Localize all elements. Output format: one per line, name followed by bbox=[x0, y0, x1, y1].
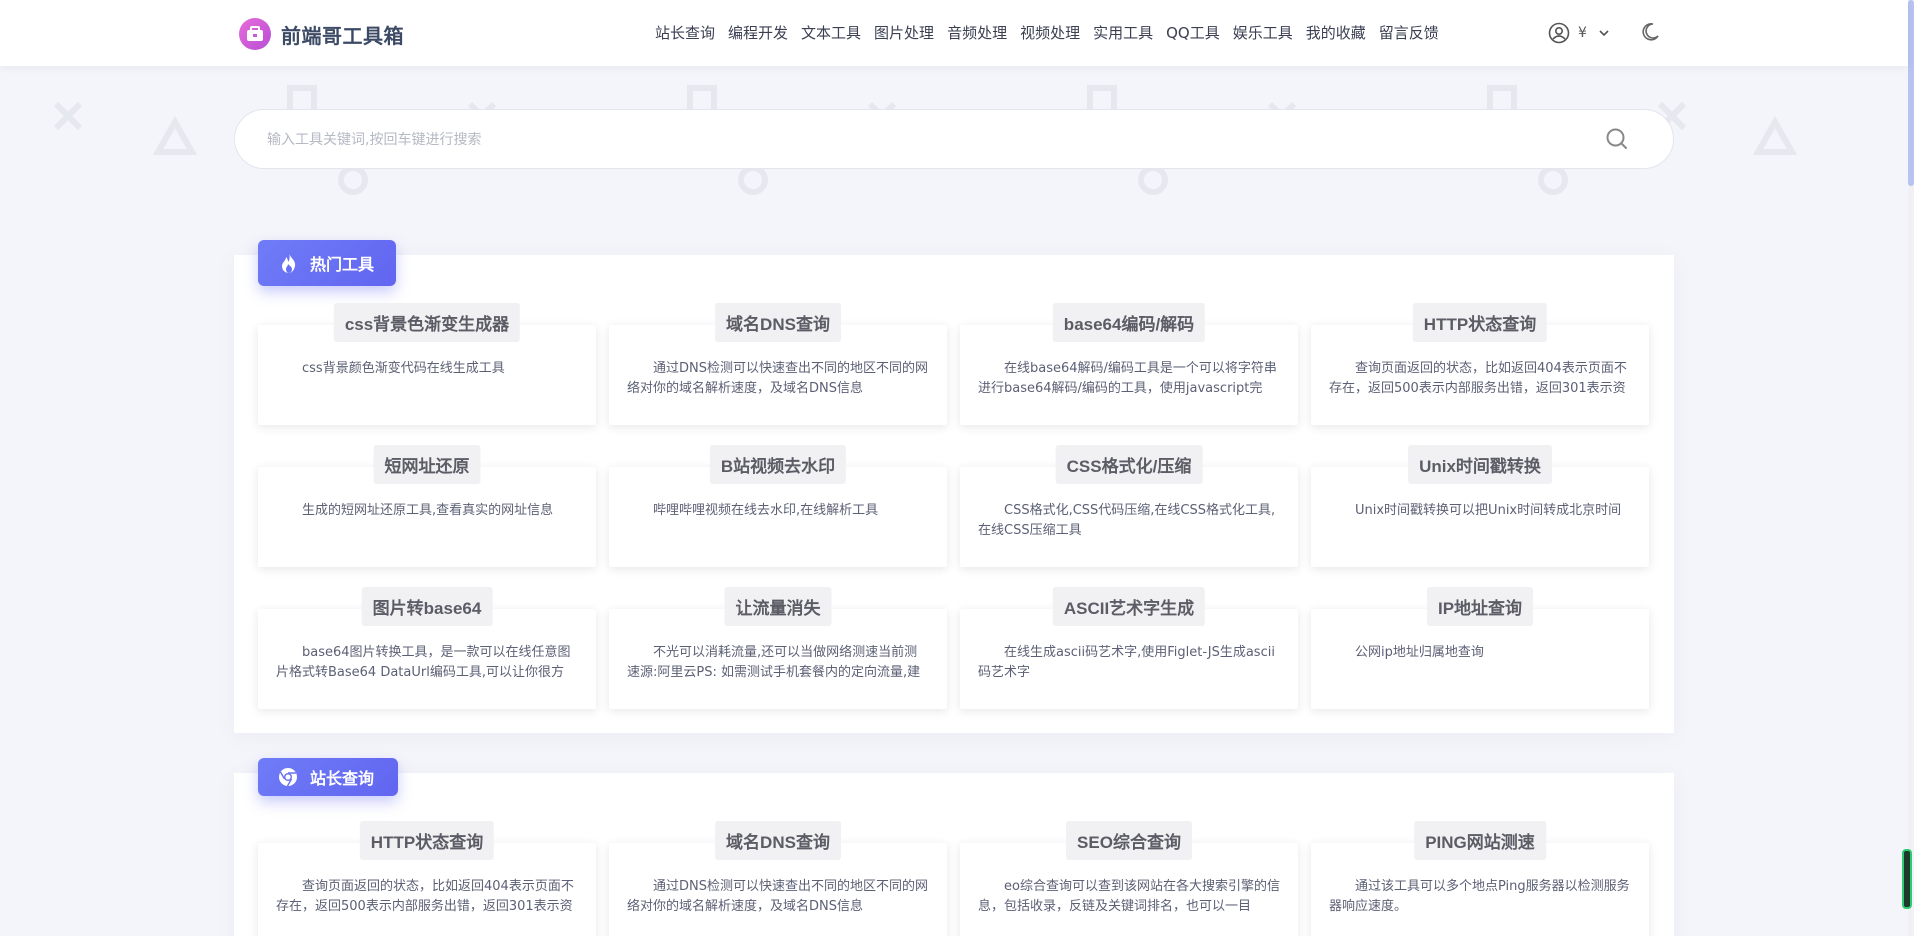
site-logo[interactable]: 前端哥工具箱 bbox=[239, 18, 404, 50]
tool-card-title: HTTP状态查询 bbox=[1412, 303, 1548, 342]
tool-card-title: css背景色渐变生成器 bbox=[333, 303, 521, 342]
tool-card[interactable]: 短网址还原 生成的短网址还原工具,查看真实的网址信息 bbox=[258, 445, 596, 567]
section-title: 热门工具 bbox=[310, 255, 375, 274]
fire-icon bbox=[282, 253, 296, 273]
section-title: 站长查询 bbox=[310, 769, 375, 788]
tool-card-title: 让流量消失 bbox=[724, 587, 832, 626]
tool-card-desc: 生成的短网址还原工具,查看真实的网址信息 bbox=[302, 503, 554, 518]
nav-item-programming[interactable]: 编程开发 bbox=[728, 22, 788, 43]
nav-item-image[interactable]: 图片处理 bbox=[874, 22, 934, 43]
moon-icon bbox=[1642, 23, 1659, 41]
tool-card-desc: 在线base64解码/编码工具是一个可以将字符串进行base64解码/编码的工具… bbox=[978, 361, 1277, 396]
dark-mode-toggle[interactable] bbox=[1640, 22, 1660, 46]
tool-card[interactable]: 域名DNS查询 通过DNS检测可以快速查出不同的地区不同的网络对你的域名解析速度… bbox=[609, 821, 947, 936]
tool-card-title: Unix时间戳转换 bbox=[1408, 445, 1552, 484]
nav-item-favorites[interactable]: 我的收藏 bbox=[1306, 22, 1366, 43]
tool-card[interactable]: css背景色渐变生成器 css背景颜色渐变代码在线生成工具 bbox=[258, 303, 596, 425]
tool-card-desc: CSS格式化,CSS代码压缩,在线CSS格式化工具,在线CSS压缩工具 bbox=[978, 503, 1276, 538]
search-box bbox=[234, 109, 1674, 169]
tool-card[interactable]: 域名DNS查询 通过DNS检测可以快速查出不同的地区不同的网络对你的域名解析速度… bbox=[609, 303, 947, 425]
currency-label: ¥ bbox=[1578, 25, 1587, 41]
search-button[interactable] bbox=[1605, 127, 1629, 155]
tool-card[interactable]: 图片转base64 base64图片转换工具，是一款可以在线任意图片格式转Bas… bbox=[258, 587, 596, 709]
tool-card-desc: 不光可以消耗流量,还可以当做网络测速当前测速源:阿里云PS: 如需测试手机套餐内… bbox=[627, 645, 921, 680]
nav-item-qq[interactable]: QQ工具 bbox=[1166, 22, 1220, 43]
chrome-icon bbox=[279, 768, 297, 787]
user-menu[interactable]: ¥ bbox=[1548, 22, 1609, 44]
tool-card[interactable]: SEO综合查询 eo综合查询可以查到该网站在各大搜索引擎的信息，包括收录，反链及… bbox=[960, 821, 1298, 936]
tool-card-title: IP地址查询 bbox=[1426, 587, 1534, 626]
tool-card-title: ASCII艺术字生成 bbox=[1052, 587, 1206, 626]
nav-item-text-tools[interactable]: 文本工具 bbox=[801, 22, 861, 43]
tool-card-desc: 公网ip地址归属地查询 bbox=[1355, 645, 1484, 660]
tool-card-desc: 哔哩哔哩视频在线去水印,在线解析工具 bbox=[653, 503, 879, 518]
nav-item-webmaster[interactable]: 站长查询 bbox=[655, 22, 715, 43]
hot-tools-section: 热门工具 css背景色渐变生成器 css背景颜色渐变代码在线生成工具 域名DNS… bbox=[234, 240, 1674, 733]
tool-card-desc: base64图片转换工具，是一款可以在线任意图片格式转Base64 DataUr… bbox=[276, 645, 571, 680]
nav-item-entertainment[interactable]: 娱乐工具 bbox=[1233, 22, 1293, 43]
tool-card[interactable]: base64编码/解码 在线base64解码/编码工具是一个可以将字符串进行ba… bbox=[960, 303, 1298, 425]
top-navbar: 前端哥工具箱 站长查询 编程开发 文本工具 图片处理 音频处理 视频处理 实用工… bbox=[0, 0, 1908, 66]
nav-item-feedback[interactable]: 留言反馈 bbox=[1379, 22, 1439, 43]
tool-card-title: 短网址还原 bbox=[373, 445, 481, 484]
tool-card-title: base64编码/解码 bbox=[1052, 303, 1206, 342]
tool-card-title: SEO综合查询 bbox=[1066, 821, 1192, 860]
tool-card-title: HTTP状态查询 bbox=[359, 821, 495, 860]
tool-card[interactable]: HTTP状态查询 查询页面返回的状态，比如返回404表示页面不存在，返回500表… bbox=[258, 821, 596, 936]
tool-card[interactable]: Unix时间戳转换 Unix时间戳转换可以把Unix时间转成北京时间 bbox=[1311, 445, 1649, 567]
tool-card-desc: 查询页面返回的状态，比如返回404表示页面不存在，返回500表示内部服务出错，返… bbox=[276, 879, 574, 914]
section-header-hot: 热门工具 bbox=[258, 240, 397, 286]
tool-card-desc: 查询页面返回的状态，比如返回404表示页面不存在，返回500表示内部服务出错，返… bbox=[1329, 361, 1627, 396]
webmaster-tools-section: 站长查询 HTTP状态查询 查询页面返回的状态，比如返回404表示页面不存在，返… bbox=[234, 758, 1674, 936]
tool-card[interactable]: ASCII艺术字生成 在线生成ascii码艺术字,使用Figlet-JS生成as… bbox=[960, 587, 1298, 709]
nav-item-audio[interactable]: 音频处理 bbox=[947, 22, 1007, 43]
tool-card-desc: 通过DNS检测可以快速查出不同的地区不同的网络对你的域名解析速度，及域名DNS信… bbox=[627, 879, 928, 914]
tool-card-title: PING网站测速 bbox=[1414, 821, 1546, 860]
user-icon bbox=[1548, 22, 1570, 44]
search-input[interactable] bbox=[267, 126, 1567, 154]
tool-card[interactable]: PING网站测速 通过该工具可以多个地点Ping服务器以检测服务器响应速度。 bbox=[1311, 821, 1649, 936]
tool-card[interactable]: 让流量消失 不光可以消耗流量,还可以当做网络测速当前测速源:阿里云PS: 如需测… bbox=[609, 587, 947, 709]
tool-card-desc: eo综合查询可以查到该网站在各大搜索引擎的信息，包括收录，反链及关键词排名，也可… bbox=[978, 879, 1280, 914]
tool-card-desc: Unix时间戳转换可以把Unix时间转成北京时间 bbox=[1355, 503, 1622, 518]
tool-card-desc: 通过该工具可以多个地点Ping服务器以检测服务器响应速度。 bbox=[1329, 879, 1630, 914]
nav-item-video[interactable]: 视频处理 bbox=[1020, 22, 1080, 43]
tool-card-desc: css背景颜色渐变代码在线生成工具 bbox=[302, 361, 505, 376]
chevron-down-icon bbox=[1599, 30, 1609, 37]
tool-card-title: B站视频去水印 bbox=[709, 445, 847, 484]
section-header-webmaster: 站长查询 bbox=[258, 758, 399, 796]
main-nav: 站长查询 编程开发 文本工具 图片处理 音频处理 视频处理 实用工具 QQ工具 … bbox=[655, 22, 1452, 43]
tool-card[interactable]: B站视频去水印 哔哩哔哩视频在线去水印,在线解析工具 bbox=[609, 445, 947, 567]
tool-card-title: CSS格式化/压缩 bbox=[1055, 445, 1203, 484]
scrollbar-thumb[interactable] bbox=[1908, 0, 1914, 186]
tool-card[interactable]: CSS格式化/压缩 CSS格式化,CSS代码压缩,在线CSS格式化工具,在线CS… bbox=[960, 445, 1298, 567]
tool-card-desc: 在线生成ascii码艺术字,使用Figlet-JS生成ascii码艺术字 bbox=[978, 645, 1275, 680]
search-icon bbox=[1606, 128, 1627, 149]
site-title: 前端哥工具箱 bbox=[281, 23, 404, 48]
toolbox-icon bbox=[239, 18, 271, 50]
tool-card-title: 域名DNS查询 bbox=[715, 303, 841, 342]
tool-card-desc: 通过DNS检测可以快速查出不同的地区不同的网络对你的域名解析速度，及域名DNS信… bbox=[627, 361, 928, 396]
tool-card[interactable]: IP地址查询 公网ip地址归属地查询 bbox=[1311, 587, 1649, 709]
tool-card[interactable]: HTTP状态查询 查询页面返回的状态，比如返回404表示页面不存在，返回500表… bbox=[1311, 303, 1649, 425]
tool-card-title: 域名DNS查询 bbox=[715, 821, 841, 860]
tool-card-title: 图片转base64 bbox=[361, 587, 493, 626]
nav-item-utility[interactable]: 实用工具 bbox=[1093, 22, 1153, 43]
floating-widget[interactable] bbox=[1902, 849, 1912, 909]
